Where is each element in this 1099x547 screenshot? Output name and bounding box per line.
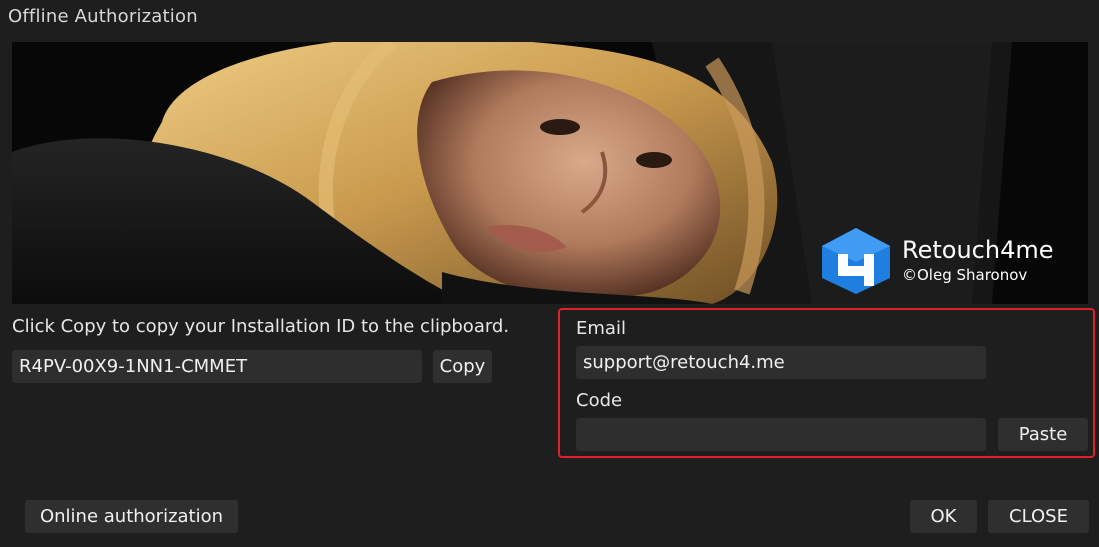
retouch4me-logo-icon	[822, 228, 890, 294]
window-title: Offline Authorization	[8, 6, 198, 27]
offline-authorization-dialog: Offline Authorization Retouch4me ©Oleg S…	[0, 0, 1099, 547]
brand-copyright: ©Oleg Sharonov	[902, 266, 1028, 284]
copy-instruction: Click Copy to copy your Installation ID …	[12, 316, 510, 337]
code-label: Code	[576, 390, 623, 411]
code-field[interactable]	[576, 418, 986, 451]
installation-id-field[interactable]: R4PV-00X9-1NN1-CMMET	[12, 350, 422, 383]
brand-name: Retouch4me	[902, 236, 1054, 264]
email-field[interactable]: support@retouch4.me	[576, 346, 986, 379]
banner-image: Retouch4me ©Oleg Sharonov	[12, 42, 1088, 304]
email-label: Email	[576, 318, 626, 339]
brand-logo: Retouch4me ©Oleg Sharonov	[818, 226, 1088, 296]
close-button[interactable]: CLOSE	[988, 500, 1089, 533]
ok-button[interactable]: OK	[910, 500, 977, 533]
online-authorization-button[interactable]: Online authorization	[25, 500, 238, 533]
paste-button[interactable]: Paste	[998, 418, 1088, 451]
copy-button[interactable]: Copy	[433, 350, 492, 383]
